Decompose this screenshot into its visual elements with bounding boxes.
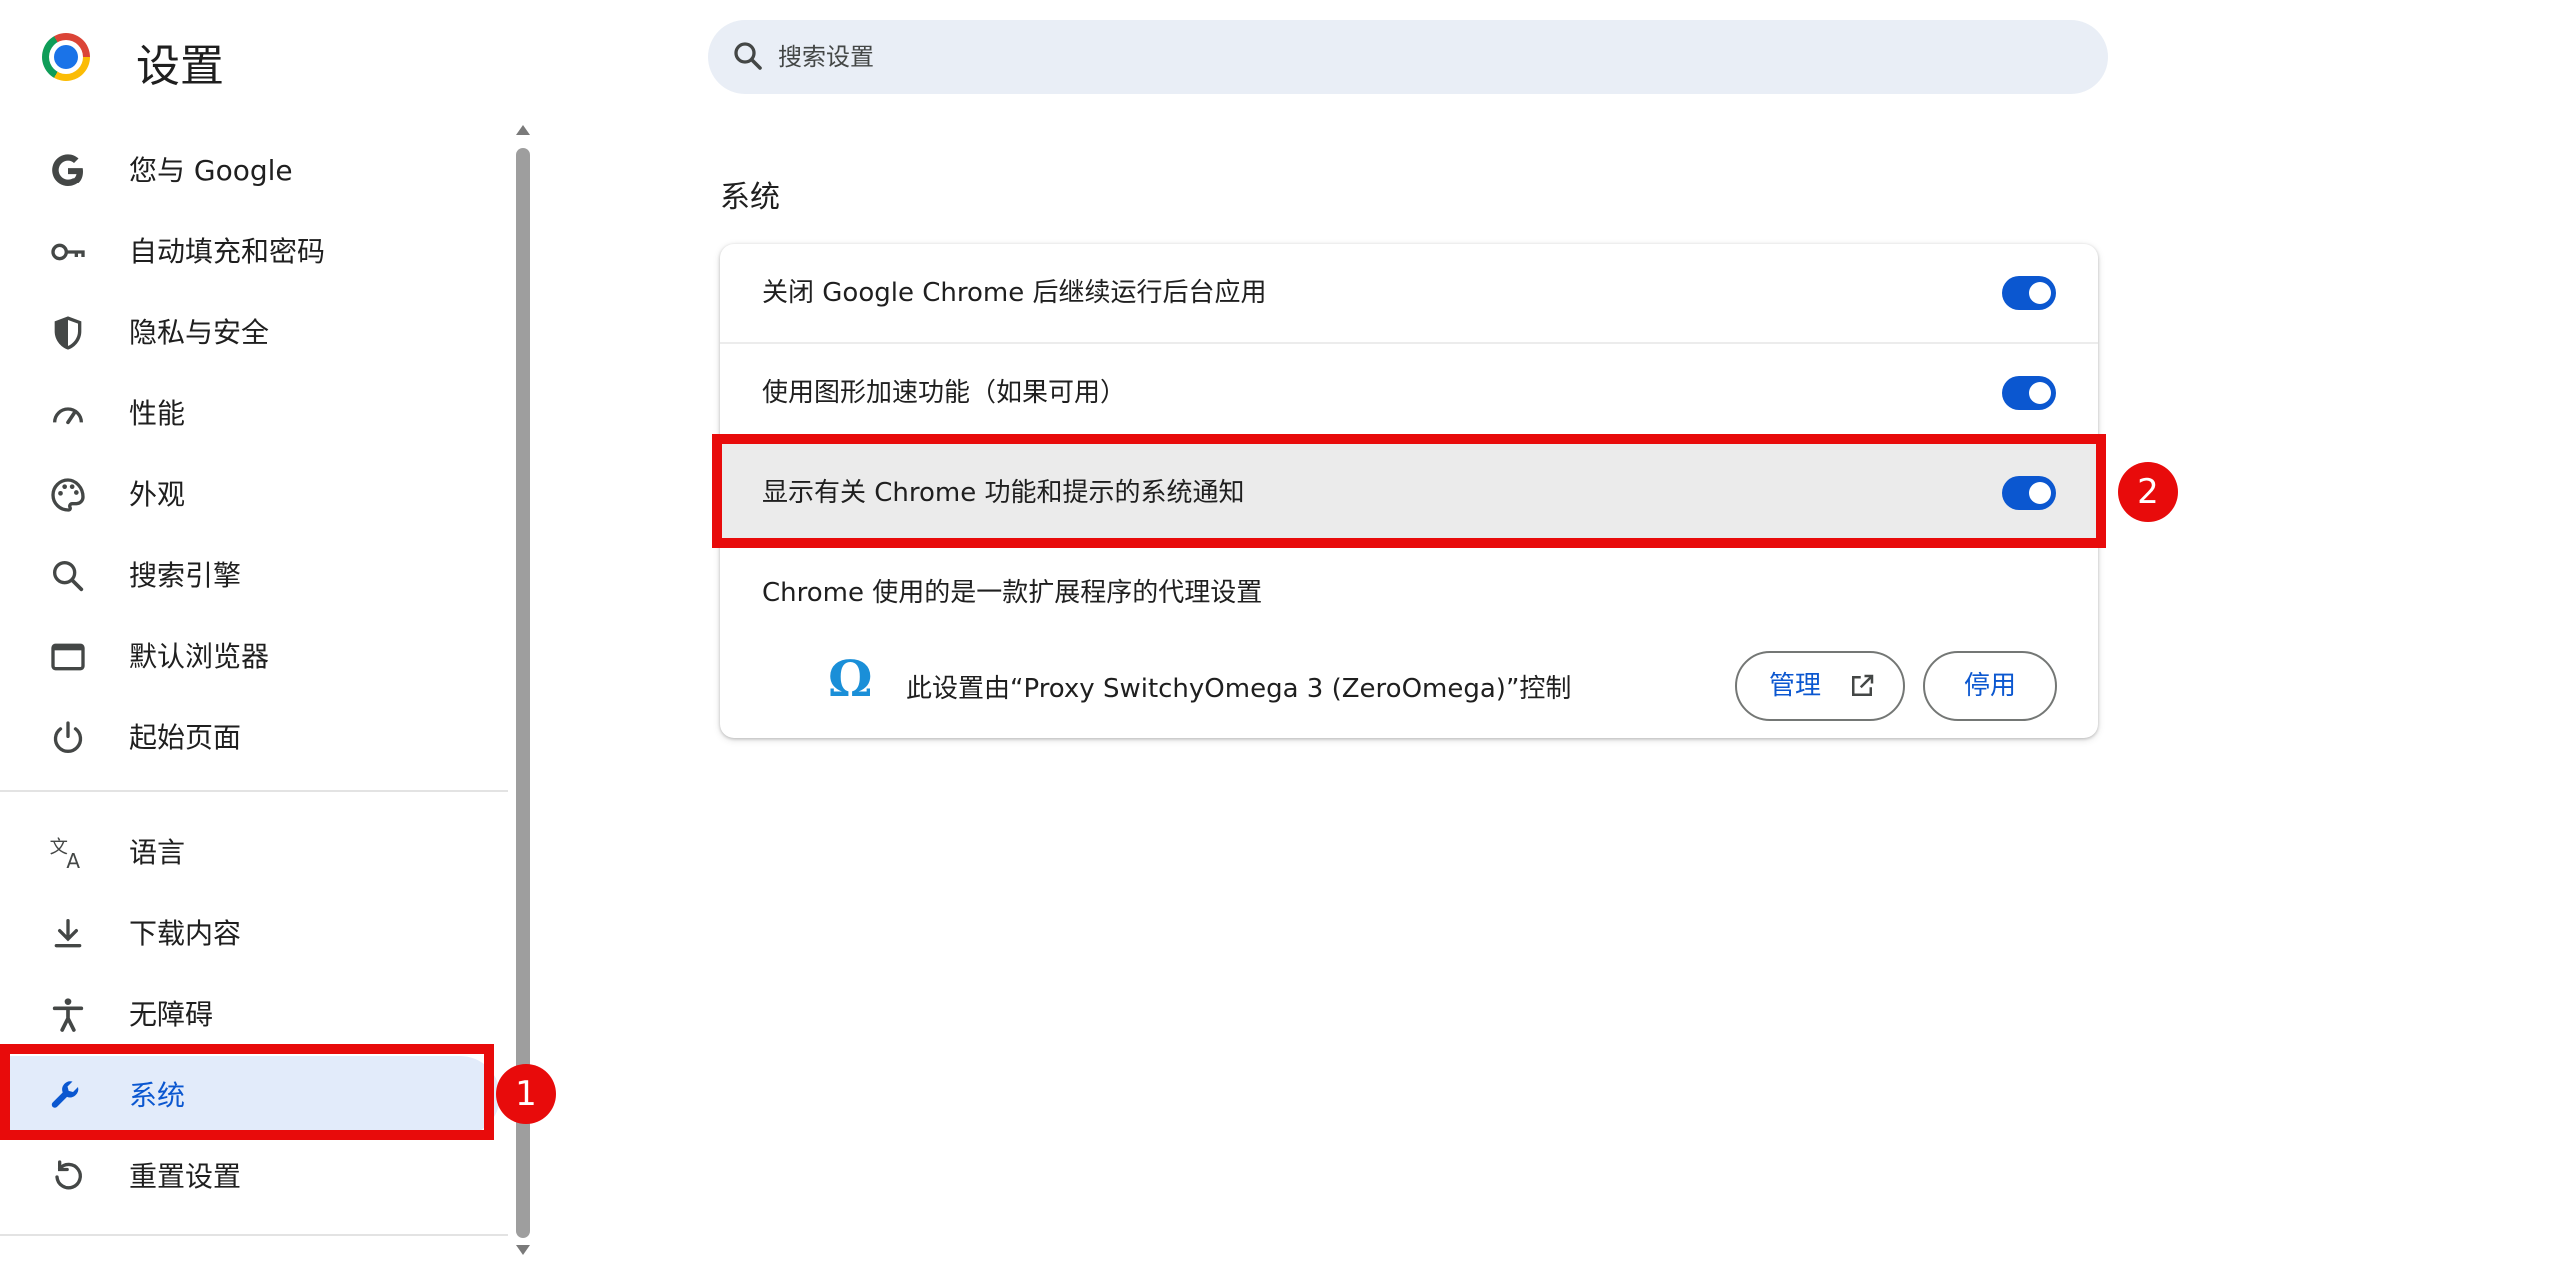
sidebar-item-languages[interactable]: 文 A 语言 bbox=[0, 813, 500, 893]
annotation-highlight-2 bbox=[712, 434, 2106, 548]
reset-icon bbox=[55, 1160, 82, 1190]
sidebar-item-privacy[interactable]: 隐私与安全 bbox=[0, 293, 500, 373]
accessibility-icon bbox=[52, 998, 84, 1032]
annotation-badge-1: 1 bbox=[496, 1064, 556, 1124]
sidebar-item-search-engine[interactable]: 搜索引擎 bbox=[0, 536, 500, 616]
setting-label: 关闭 Google Chrome 后继续运行后台应用 bbox=[762, 278, 1267, 308]
search-icon bbox=[53, 561, 84, 592]
sidebar-item-label: 性能 bbox=[129, 397, 186, 430]
extension-control-text: 此设置由“Proxy SwitchyOmega 3 (ZeroOmega)”控制 bbox=[906, 674, 1572, 704]
sidebar-item-label: 默认浏览器 bbox=[129, 640, 270, 673]
browser-window-icon bbox=[51, 643, 85, 671]
sidebar-item-on-startup[interactable]: 起始页面 bbox=[0, 698, 500, 778]
sidebar-item-label: 您与 Google bbox=[129, 154, 293, 187]
key-icon bbox=[51, 243, 85, 261]
sidebar-item-downloads[interactable]: 下载内容 bbox=[0, 894, 500, 974]
sidebar-item-performance[interactable]: 性能 bbox=[0, 374, 500, 454]
scroll-up-arrow-icon[interactable] bbox=[514, 122, 532, 138]
omega-icon: Ω bbox=[828, 649, 873, 708]
annotation-highlight-1 bbox=[0, 1044, 494, 1140]
sidebar-item-label: 下载内容 bbox=[129, 917, 242, 950]
speedometer-icon bbox=[53, 407, 83, 425]
sidebar-item-label: 无障碍 bbox=[129, 998, 214, 1031]
toggle-knob bbox=[2029, 382, 2051, 404]
shield-icon bbox=[54, 316, 82, 350]
annotation-badge-2: 2 bbox=[2118, 462, 2178, 522]
setting-row-hardware-acceleration[interactable]: 使用图形加速功能（如果可用） bbox=[720, 344, 2098, 442]
sidebar-item-label: 自动填充和密码 bbox=[129, 235, 326, 268]
sidebar-item-autofill[interactable]: 自动填充和密码 bbox=[0, 212, 500, 292]
sidebar-item-appearance[interactable]: 外观 bbox=[0, 455, 500, 535]
proxy-label: Chrome 使用的是一款扩展程序的代理设置 bbox=[762, 578, 1263, 608]
download-icon bbox=[54, 919, 82, 948]
section-title: 系统 bbox=[720, 180, 780, 215]
open-in-new-icon bbox=[1852, 674, 1874, 696]
sidebar-item-label: 隐私与安全 bbox=[129, 316, 270, 349]
sidebar-item-reset[interactable]: 重置设置 bbox=[0, 1137, 500, 1217]
manage-button[interactable]: 管理 bbox=[1735, 651, 1905, 721]
search-bar[interactable] bbox=[708, 20, 2108, 94]
sidebar-item-label: 外观 bbox=[129, 478, 186, 511]
background-apps-toggle[interactable] bbox=[2002, 276, 2056, 310]
svg-text:文: 文 bbox=[50, 837, 68, 858]
sidebar-item-label: 语言 bbox=[129, 836, 186, 869]
svg-text:A: A bbox=[66, 849, 80, 873]
scroll-down-arrow-icon[interactable] bbox=[514, 1242, 532, 1258]
manage-button-label: 管理 bbox=[1769, 671, 1822, 701]
palette-icon bbox=[51, 478, 85, 512]
sidebar-item-label: 搜索引擎 bbox=[129, 559, 242, 592]
search-icon bbox=[734, 42, 762, 70]
google-g-icon bbox=[52, 154, 83, 186]
sidebar-item-default-browser[interactable]: 默认浏览器 bbox=[0, 617, 500, 697]
setting-row-background-apps[interactable]: 关闭 Google Chrome 后继续运行后台应用 bbox=[720, 244, 2098, 342]
sidebar-menu: 您与 Google 自动填充和密码 隐私与安全 性能 外观 搜索引擎 默认浏览器… bbox=[0, 0, 508, 1236]
sidebar-item-accessibility[interactable]: 无障碍 bbox=[0, 975, 500, 1055]
hardware-acceleration-toggle[interactable] bbox=[2002, 376, 2056, 410]
power-icon bbox=[53, 721, 83, 753]
sidebar-divider bbox=[0, 790, 508, 792]
disable-button[interactable]: 停用 bbox=[1923, 651, 2057, 721]
setting-label: 使用图形加速功能（如果可用） bbox=[762, 378, 1127, 408]
toggle-knob bbox=[2029, 282, 2051, 304]
search-input[interactable] bbox=[778, 20, 2078, 94]
sidebar-item-label: 重置设置 bbox=[129, 1160, 242, 1193]
setting-row-proxy: Chrome 使用的是一款扩展程序的代理设置 bbox=[720, 544, 2098, 642]
sidebar-item-label: 起始页面 bbox=[129, 721, 242, 754]
translate-icon: 文 A bbox=[50, 837, 81, 873]
sidebar-item-you-and-google[interactable]: 您与 Google bbox=[0, 131, 500, 211]
sidebar-divider bbox=[0, 1234, 508, 1236]
